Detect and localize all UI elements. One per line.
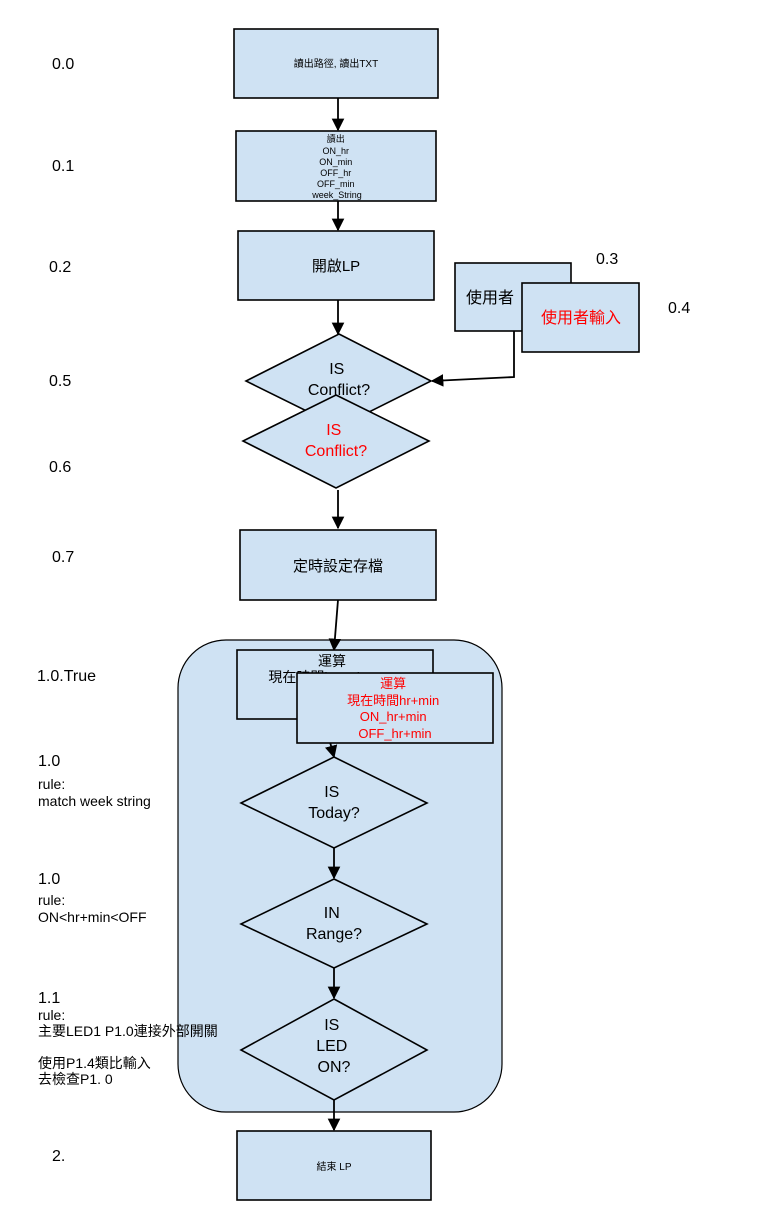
rule-week: rule: match week string: [38, 776, 151, 809]
step-number-0-6: 0.6: [49, 459, 71, 476]
node-read-path-text: 讀出路徑, 讀出TXT: [294, 57, 378, 70]
node-user-text: 使用者: [466, 289, 514, 307]
step-number-1-1: 1.1: [38, 990, 60, 1007]
step-number-1-0-b: 1.0: [38, 871, 60, 888]
node-open-lp-text: 開啟LP: [312, 258, 360, 275]
flowchart: 讀出路徑, 讀出TXT 0.0 讀出 ON_hr ON_min OFF_hr O…: [37, 28, 690, 1201]
step-number-2: 2.: [52, 1148, 65, 1165]
step-number-0-7: 0.7: [52, 549, 74, 566]
node-user-input-text: 使用者輸入: [541, 309, 621, 327]
step-number-0-2: 0.2: [49, 259, 71, 276]
rule-range: rule: ON<hr+min<OFF: [38, 892, 147, 925]
step-number-0-1: 0.1: [52, 158, 74, 175]
step-number-1-0-true: 1.0.True: [37, 668, 96, 685]
node-end-lp-text: 結束 LP: [316, 1160, 351, 1173]
step-number-0-0: 0.0: [52, 56, 74, 73]
decision-is-conflict-highlight: [241, 394, 431, 489]
step-number-0-5: 0.5: [49, 373, 71, 390]
node-save-schedule-text: 定時設定存檔: [293, 558, 383, 575]
step-number-0-3: 0.3: [596, 251, 618, 268]
step-number-1-0-a: 1.0: [38, 753, 60, 770]
step-number-0-4: 0.4: [668, 300, 690, 317]
